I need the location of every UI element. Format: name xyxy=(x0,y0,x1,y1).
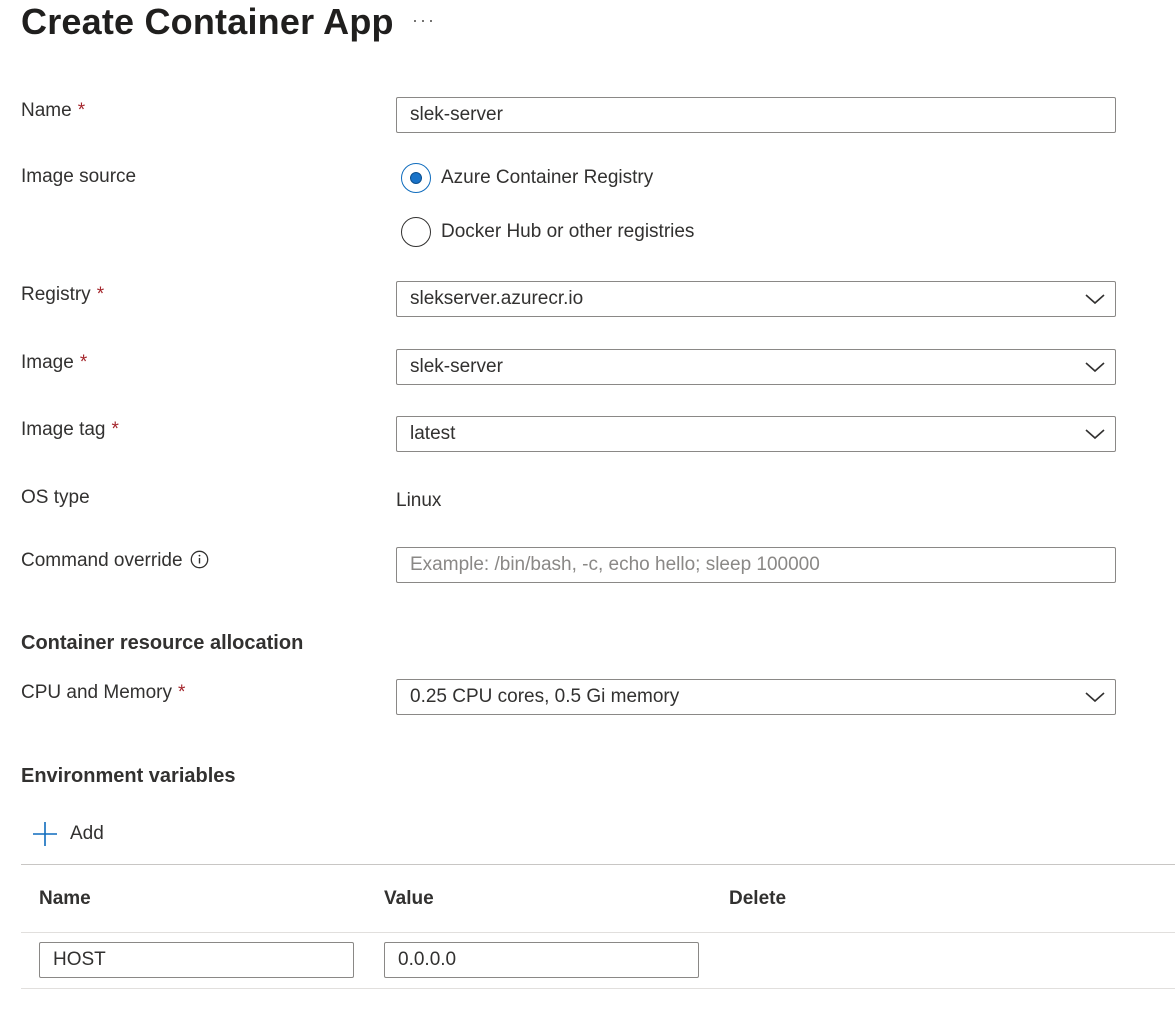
name-label-text: Name xyxy=(21,100,72,121)
name-label: Name * xyxy=(21,99,85,123)
radio-option-label: Docker Hub or other registries xyxy=(441,221,695,242)
column-header-value: Value xyxy=(384,888,434,909)
image-source-label: Image source xyxy=(21,166,137,187)
required-marker: * xyxy=(111,419,119,440)
os-type-value: Linux xyxy=(396,490,442,511)
radio-option-docker-hub[interactable]: Docker Hub or other registries xyxy=(401,216,694,248)
grid-header-bottom-divider xyxy=(21,932,1175,933)
grid-row-divider xyxy=(21,988,1175,989)
cpu-memory-selected-value: 0.25 CPU cores, 0.5 Gi memory xyxy=(410,686,680,707)
image-label: Image * xyxy=(21,351,87,375)
env-value-input[interactable] xyxy=(384,942,699,978)
image-tag-dropdown[interactable]: latest xyxy=(396,416,1116,452)
grid-header-top-divider xyxy=(21,864,1175,865)
command-override-label-text: Command override xyxy=(21,550,183,571)
add-env-variable-button[interactable]: Add xyxy=(32,818,104,850)
chevron-down-icon xyxy=(1085,362,1105,373)
name-input[interactable] xyxy=(396,97,1116,133)
os-type-label: OS type xyxy=(21,487,90,508)
more-options-icon[interactable]: ··· xyxy=(412,10,436,30)
radio-option-azure-container-registry[interactable]: Azure Container Registry xyxy=(401,162,653,194)
page-title: Create Container App xyxy=(21,1,394,42)
image-selected-value: slek-server xyxy=(410,356,503,377)
info-icon[interactable] xyxy=(190,550,209,569)
column-header-name: Name xyxy=(39,888,91,909)
radio-button-unchecked[interactable] xyxy=(401,217,431,247)
command-override-input[interactable] xyxy=(396,547,1116,583)
required-marker: * xyxy=(96,284,105,305)
image-tag-selected-value: latest xyxy=(410,423,456,444)
registry-label: Registry * xyxy=(21,283,104,307)
chevron-down-icon xyxy=(1085,429,1105,440)
image-tag-label-text: Image tag xyxy=(21,419,106,440)
command-override-label: Command override xyxy=(21,549,209,573)
env-name-input[interactable] xyxy=(39,942,354,978)
required-marker: * xyxy=(178,682,186,703)
registry-selected-value: slekserver.azurecr.io xyxy=(410,288,584,309)
chevron-down-icon xyxy=(1085,692,1105,703)
chevron-down-icon xyxy=(1085,294,1105,305)
column-header-delete: Delete xyxy=(729,888,787,909)
image-label-text: Image xyxy=(21,352,74,373)
required-marker: * xyxy=(77,100,86,121)
environment-variables-heading: Environment variables xyxy=(21,765,236,787)
registry-dropdown[interactable]: slekserver.azurecr.io xyxy=(396,281,1116,317)
add-button-label: Add xyxy=(70,823,104,844)
radio-button-checked[interactable] xyxy=(401,163,431,193)
resource-allocation-heading: Container resource allocation xyxy=(21,632,304,654)
required-marker: * xyxy=(79,352,88,373)
cpu-memory-label-text: CPU and Memory xyxy=(21,682,172,703)
registry-label-value: Registry xyxy=(21,284,91,305)
image-tag-label: Image tag * xyxy=(21,418,119,442)
radio-option-label: Azure Container Registry xyxy=(441,167,654,188)
cpu-memory-dropdown[interactable]: 0.25 CPU cores, 0.5 Gi memory xyxy=(396,679,1116,715)
cpu-memory-label: CPU and Memory * xyxy=(21,681,185,705)
image-dropdown[interactable]: slek-server xyxy=(396,349,1116,385)
plus-icon xyxy=(33,822,57,846)
